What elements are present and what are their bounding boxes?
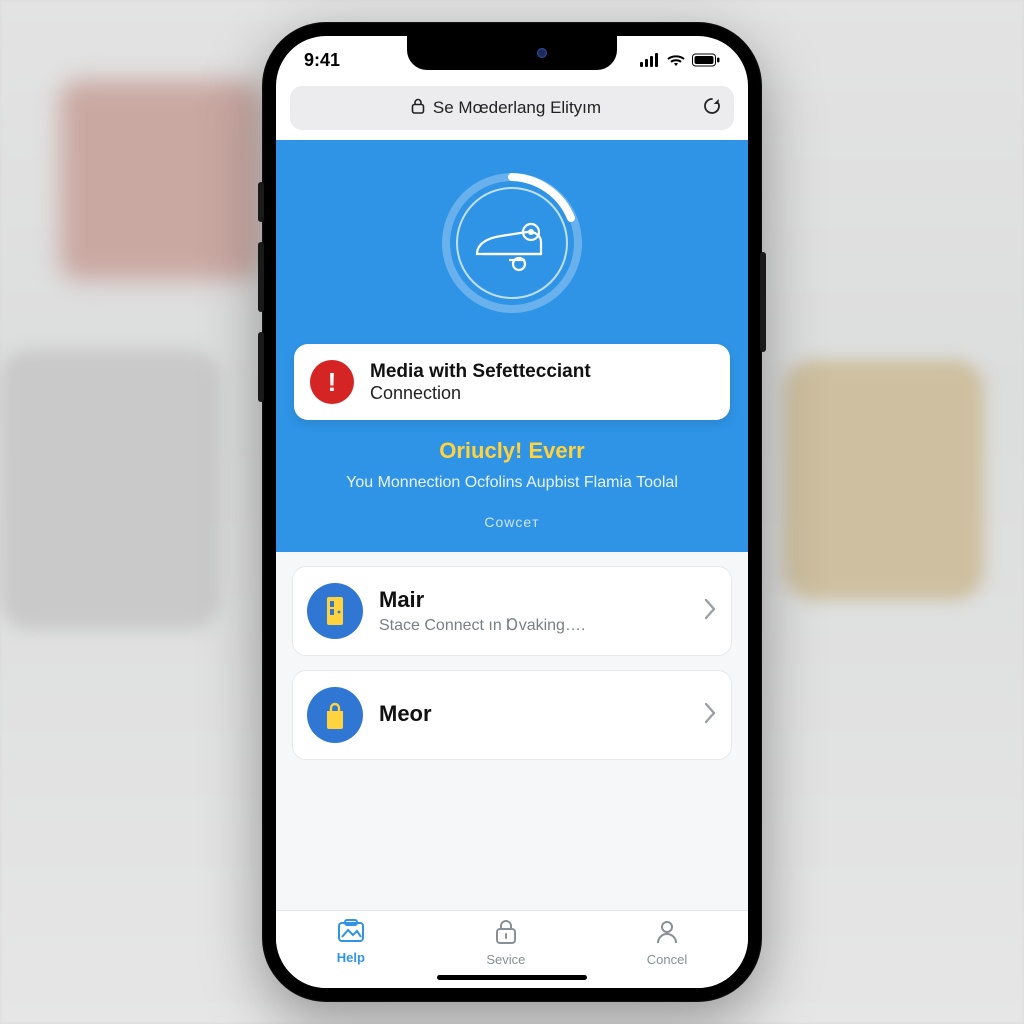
refresh-icon[interactable] <box>702 96 722 121</box>
tab-concel[interactable]: Concel <box>647 919 687 967</box>
lock-icon <box>494 919 518 948</box>
tab-label: Sevice <box>486 952 525 967</box>
alert-subtitle: Connection <box>370 383 591 404</box>
device-notch <box>407 36 617 70</box>
list-item-title: Mair <box>379 587 687 613</box>
chevron-right-icon <box>703 598 717 625</box>
bag-icon <box>307 687 363 743</box>
list-item[interactable]: Mair Stace Connect ın Ɒvaking…. <box>292 566 732 656</box>
alert-card[interactable]: ! Media with Sefettecciant Connection <box>294 344 730 420</box>
alert-title: Media with Sefettecciant <box>370 361 591 383</box>
picture-icon <box>337 919 365 946</box>
tab-label: Concel <box>647 952 687 967</box>
promo-headline: Oriucly! Everr <box>294 438 730 464</box>
tab-bar: Help Sevice Concel <box>276 910 748 988</box>
promo-subline: You Monnection Ocfolins Aupbist Flamia T… <box>294 474 730 492</box>
list-item[interactable]: Meor <box>292 670 732 760</box>
browser-url-bar[interactable]: Se Mœderlang Elityım <box>290 86 734 130</box>
promo-cancel-link[interactable]: Cowceт <box>294 514 730 530</box>
tab-label: Help <box>337 950 365 965</box>
wifi-icon <box>666 53 686 67</box>
door-icon <box>307 583 363 639</box>
battery-icon <box>692 53 720 67</box>
phone-frame: 9:41 Se Mœder <box>262 22 762 1002</box>
lock-icon <box>411 98 425 119</box>
alert-exclamation-icon: ! <box>310 360 354 404</box>
cellular-signal-icon <box>640 53 660 67</box>
list-item-title: Meor <box>379 701 687 727</box>
car-icon <box>469 210 555 276</box>
home-indicator[interactable] <box>437 975 587 980</box>
person-icon <box>655 919 679 948</box>
hero-section: ! Media with Sefettecciant Connection Or… <box>276 140 748 552</box>
chevron-right-icon <box>703 702 717 729</box>
tab-help[interactable]: Help <box>337 919 365 965</box>
url-text: Se Mœderlang Elityım <box>433 98 601 118</box>
status-time: 9:41 <box>304 50 340 71</box>
tab-sevice[interactable]: Sevice <box>486 919 525 967</box>
progress-ring <box>437 168 587 318</box>
content-list: Mair Stace Connect ın Ɒvaking…. Meor <box>276 552 748 910</box>
list-item-subtitle: Stace Connect ın Ɒvaking…. <box>379 615 687 635</box>
